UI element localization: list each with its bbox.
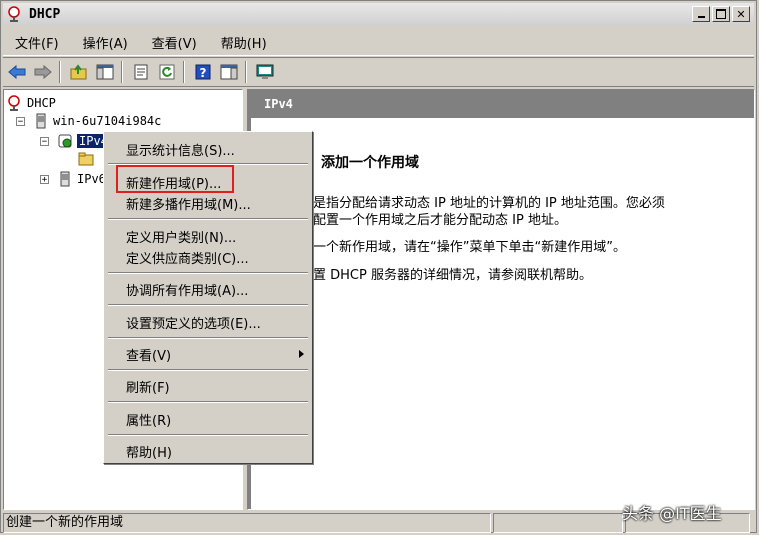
maximize-button[interactable] xyxy=(712,6,730,22)
window-title: DHCP xyxy=(29,6,61,22)
tree-item-server[interactable]: − win-6u7104i984c xyxy=(16,112,161,130)
help-icon: ? xyxy=(195,64,211,80)
menu-item-help[interactable]: 帮助(H) xyxy=(126,442,172,461)
svg-text:?: ? xyxy=(200,66,207,80)
submenu-arrow-icon xyxy=(299,350,304,358)
title-bar[interactable]: DHCP ✕ xyxy=(3,3,754,25)
toolbar-separator xyxy=(183,61,185,83)
menu-view[interactable]: 查看(V) xyxy=(140,33,209,52)
minimize-button[interactable] xyxy=(692,6,710,22)
close-button[interactable]: ✕ xyxy=(732,6,750,22)
show-hide-tree-button[interactable] xyxy=(93,61,117,83)
server-icon xyxy=(60,171,70,187)
menu-separator xyxy=(108,434,308,436)
dhcp-app-icon xyxy=(8,6,20,22)
maximize-icon xyxy=(716,9,726,19)
folder-up-icon xyxy=(70,64,87,80)
tree-item-dhcp[interactable]: DHCP xyxy=(7,94,56,112)
menu-help[interactable]: 帮助(H) xyxy=(209,33,279,52)
menu-item-refresh[interactable]: 刷新(F) xyxy=(126,377,170,396)
menu-file[interactable]: 文件(F) xyxy=(3,33,71,52)
dhcp-icon xyxy=(8,95,20,111)
collapse-icon[interactable]: − xyxy=(40,136,49,146)
menu-separator xyxy=(108,401,308,403)
menu-separator xyxy=(108,218,308,220)
arrow-left-icon xyxy=(8,64,26,80)
results-header: IPv4 xyxy=(248,90,754,118)
results-heading: 添加一个作用域 xyxy=(321,155,419,171)
refresh-icon xyxy=(159,64,175,80)
menu-item-properties[interactable]: 属性(R) xyxy=(126,410,171,429)
action-pane-button[interactable] xyxy=(217,61,241,83)
properties-button[interactable] xyxy=(129,61,153,83)
menu-separator xyxy=(108,369,308,371)
tree-label: IPv6 xyxy=(77,172,106,186)
menu-separator xyxy=(108,337,308,339)
status-text: 创建一个新的作用域 xyxy=(3,513,491,533)
menu-item-reconcile-all-scopes[interactable]: 协调所有作用域(A)... xyxy=(126,280,248,299)
results-para3: 置 DHCP 服务器的详细情况，请参阅联机帮助。 xyxy=(313,268,592,283)
menu-separator xyxy=(108,304,308,306)
results-content: 添加一个作用域 是指分配给请求动态 IP 地址的计算机的 IP 地址范围。您必须… xyxy=(248,118,754,509)
results-para2: 一个新作用域，请在“操作”菜单下单击“新建作用域”。 xyxy=(313,240,626,255)
collapse-icon[interactable]: − xyxy=(16,116,25,126)
panel-icon xyxy=(220,64,238,80)
results-pane: IPv4 添加一个作用域 是指分配给请求动态 IP 地址的计算机的 IP 地址范… xyxy=(247,89,755,510)
back-button[interactable] xyxy=(5,61,29,83)
folder-icon xyxy=(78,152,94,166)
document-icon xyxy=(134,64,148,80)
close-icon: ✕ xyxy=(736,7,746,21)
menu-item-define-user-classes[interactable]: 定义用户类别(N)... xyxy=(126,227,236,246)
menu-item-new-multicast-scope[interactable]: 新建多播作用域(M)... xyxy=(126,194,251,213)
arrow-right-icon xyxy=(34,64,52,80)
toolbar-separator xyxy=(121,61,123,83)
toolbar: ? xyxy=(3,57,754,87)
menu-action[interactable]: 操作(A) xyxy=(71,33,140,52)
tree-label: DHCP xyxy=(27,96,56,110)
tree-item-ipv4[interactable]: − IPv4 xyxy=(40,132,110,150)
results-para1-line2: 配置一个作用域之后才能分配动态 IP 地址。 xyxy=(313,213,567,228)
red-highlight-box xyxy=(116,165,234,193)
tree-item-folder[interactable] xyxy=(78,150,98,168)
toolbar-separator xyxy=(245,61,247,83)
refresh-button[interactable] xyxy=(155,61,179,83)
tree-label: win-6u7104i984c xyxy=(53,114,162,128)
console-tree-icon xyxy=(96,64,114,80)
up-level-button[interactable] xyxy=(67,61,91,83)
watermark: 头条 @IT医生 xyxy=(622,504,722,523)
status-panel-2 xyxy=(493,513,623,533)
forward-button[interactable] xyxy=(31,61,55,83)
server-icon xyxy=(36,113,46,129)
menu-item-define-vendor-classes[interactable]: 定义供应商类别(C)... xyxy=(126,248,249,267)
expand-icon[interactable]: + xyxy=(40,174,49,184)
menu-item-set-predefined-options[interactable]: 设置预定义的选项(E)... xyxy=(126,313,261,332)
tree-item-ipv6[interactable]: + IPv6 xyxy=(40,170,106,188)
menu-bar: 文件(F) 操作(A) 查看(V) 帮助(H) xyxy=(3,29,754,56)
ipv4-icon xyxy=(58,134,72,148)
menu-separator xyxy=(108,272,308,274)
menu-item-view[interactable]: 查看(V) xyxy=(126,345,171,364)
help-button[interactable]: ? xyxy=(191,61,215,83)
monitor-button[interactable] xyxy=(253,61,277,83)
toolbar-separator xyxy=(59,61,61,83)
menu-item-show-statistics[interactable]: 显示统计信息(S)... xyxy=(126,140,235,159)
minimize-icon xyxy=(697,16,705,18)
monitor-icon xyxy=(256,64,274,79)
